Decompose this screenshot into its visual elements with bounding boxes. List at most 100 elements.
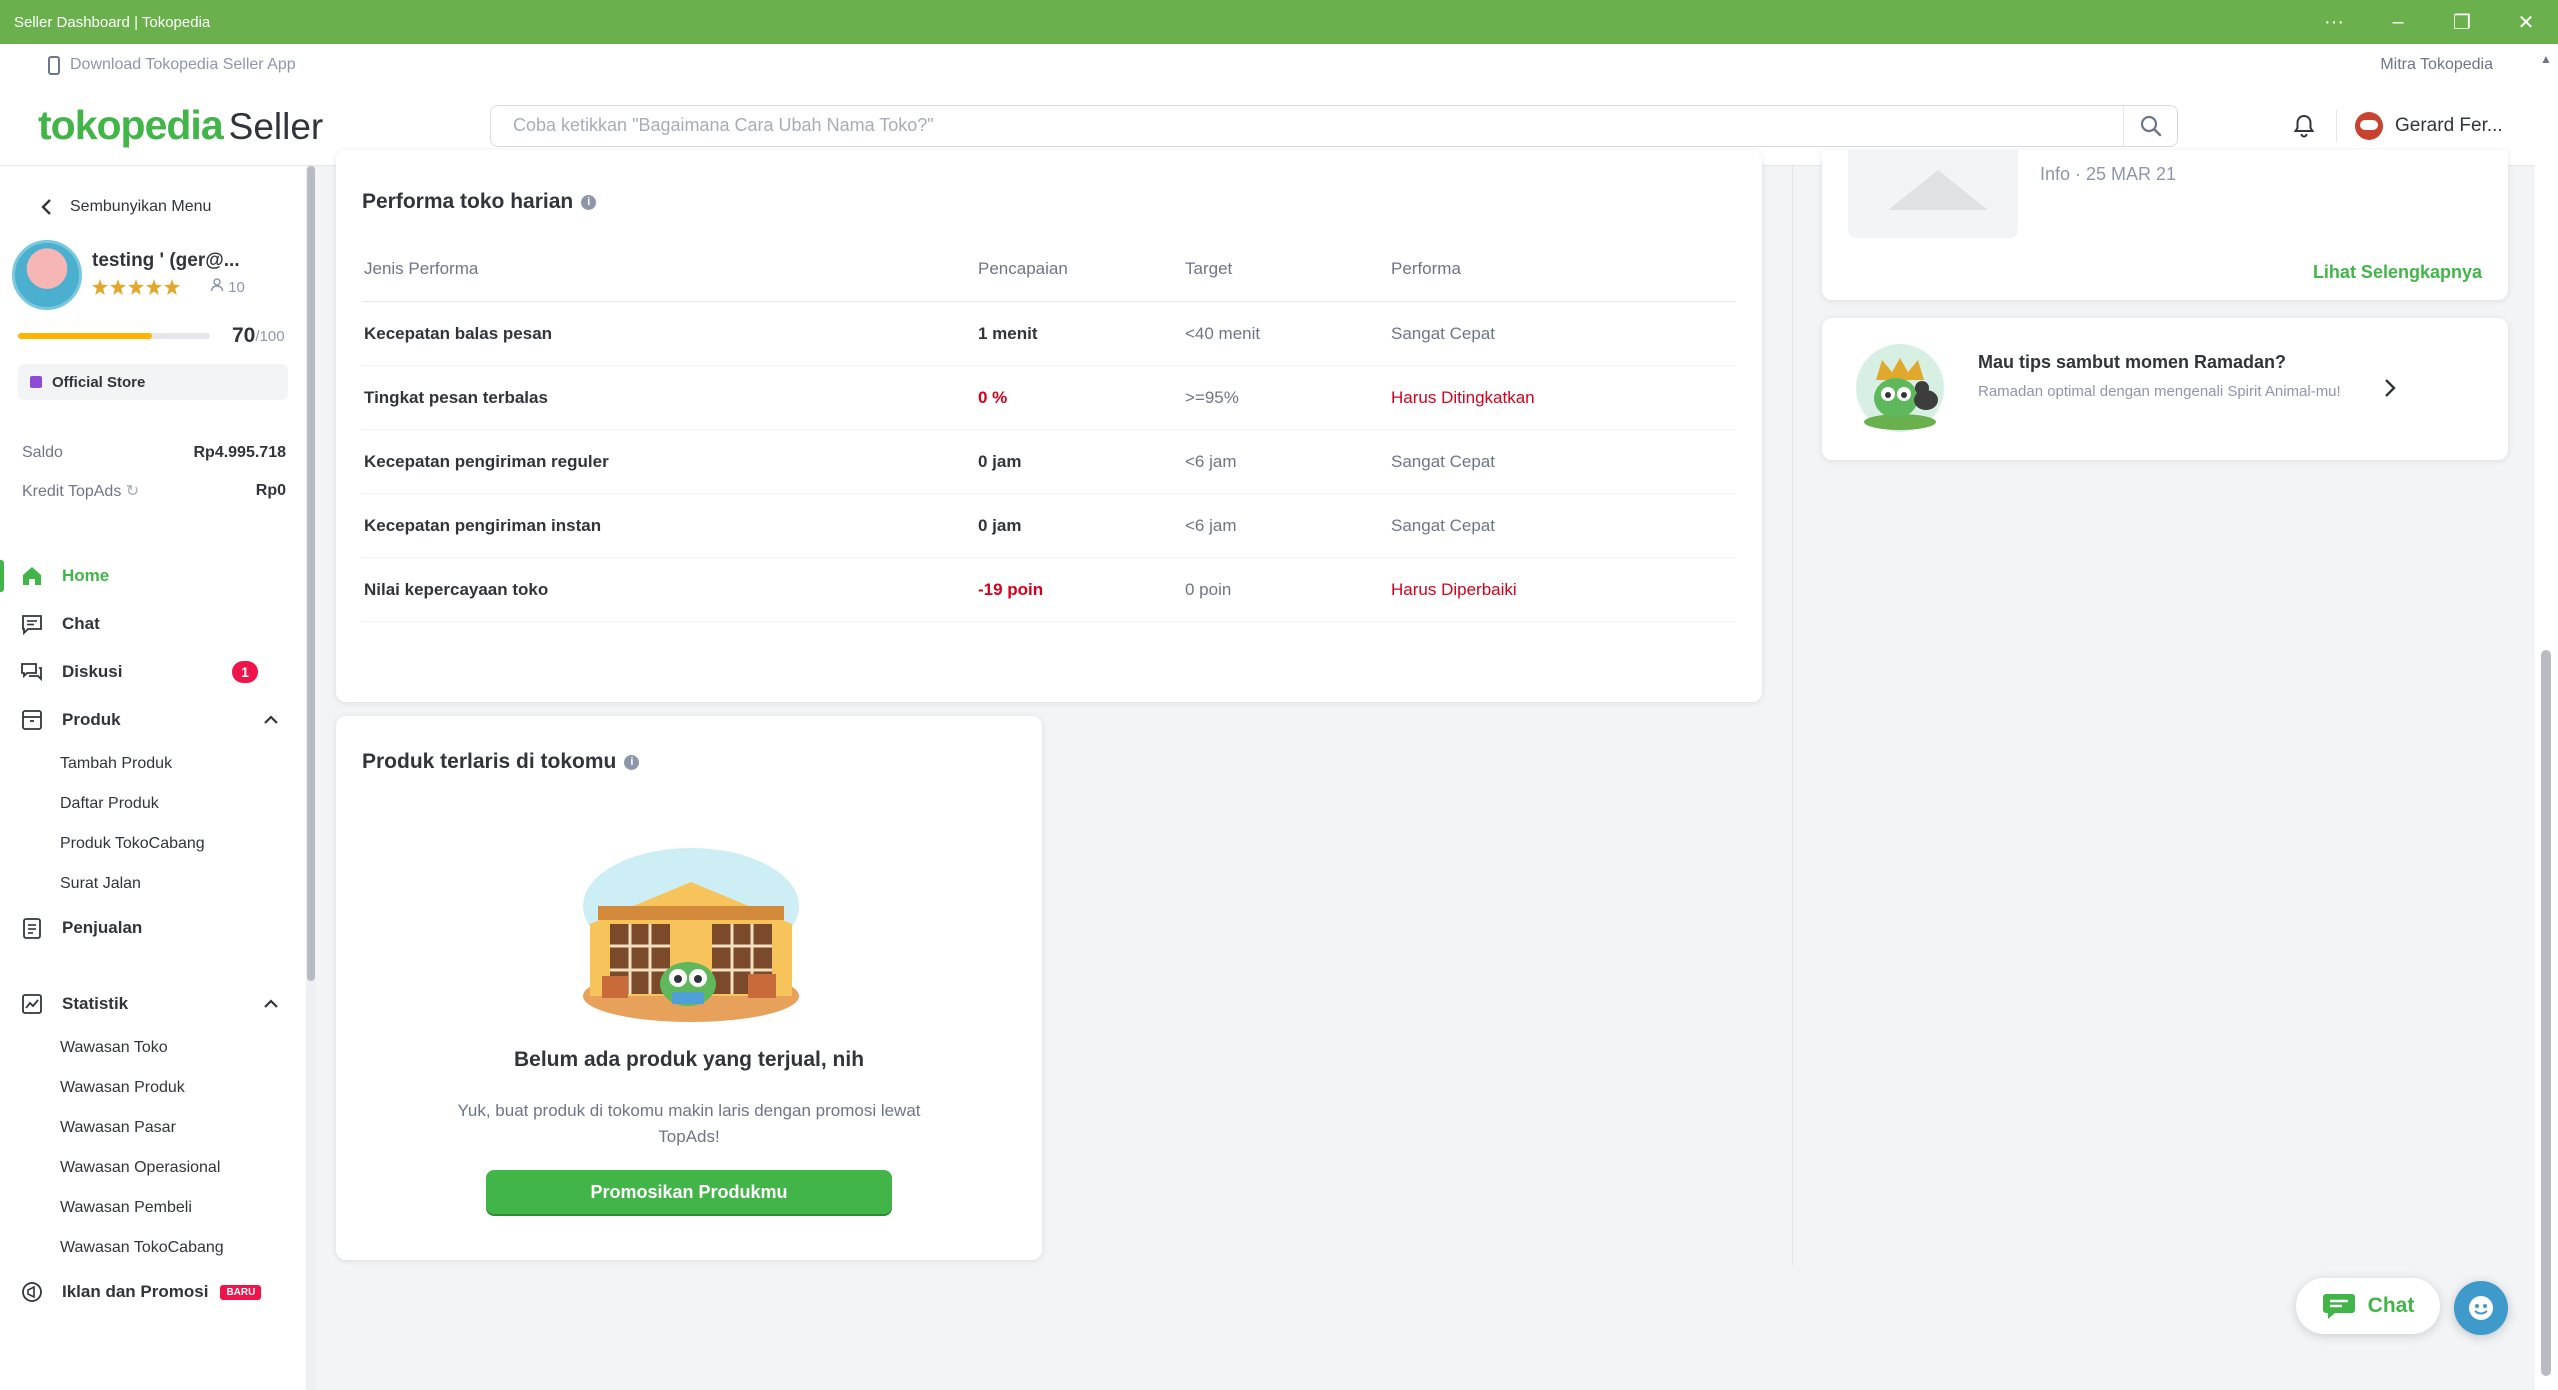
topads-value: Rp0 [255, 482, 286, 499]
tips-text: Mau tips sambut momen Ramadan? Ramadan o… [1978, 352, 2378, 403]
diskusi-count-badge: 1 [232, 661, 258, 683]
medal-icon [164, 279, 180, 295]
performance-value: -19 poin [978, 579, 1044, 599]
performance-target: <6 jam [1185, 515, 1237, 535]
help-assistant-button[interactable] [2454, 1281, 2508, 1335]
performance-value: 1 menit [978, 323, 1038, 343]
window-title-bar: Seller Dashboard | Tokopedia ··· – ❐ ✕ [0, 0, 2558, 44]
notification-button[interactable] [2284, 106, 2324, 146]
search-icon [2140, 115, 2161, 136]
user-avatar [2355, 111, 2383, 140]
sidebar-subitem-wawasan-operasional[interactable]: Wawasan Operasional [0, 1148, 306, 1188]
sidebar-item-label: Penjualan [62, 918, 143, 937]
sidebar-item-produk[interactable]: Produk [0, 696, 306, 744]
saldo-row[interactable]: Saldo Rp4.995.718 [22, 434, 286, 472]
sidebar-subitem-produk-tokocabang[interactable]: Produk TokoCabang [0, 824, 306, 864]
medal-icon [110, 279, 126, 295]
performance-title-text: Performa toko harian [362, 190, 574, 213]
search-input[interactable] [491, 105, 2123, 146]
user-menu[interactable]: Gerard Fer... [2355, 111, 2503, 140]
sidebar-item-chat[interactable]: Chat [0, 600, 306, 648]
more-options-button[interactable]: ··· [2302, 0, 2366, 44]
sidebar-item-label: Diskusi [62, 662, 123, 681]
performance-status: Sangat Cepat [1391, 515, 1495, 535]
sidebar-item-home[interactable]: Home [0, 552, 306, 600]
floating-chat-button[interactable]: Chat [2296, 1278, 2440, 1334]
chat-bubble-icon [2322, 1294, 2355, 1319]
sidebar-subitem-wawasan-pembeli[interactable]: Wawasan Pembeli [0, 1188, 306, 1228]
shop-avatar [12, 240, 82, 310]
hide-menu-button[interactable]: Sembunyikan Menu [0, 166, 306, 228]
sidebar-scrollbar[interactable] [306, 166, 316, 1390]
page-scrollbar-thumb[interactable] [2541, 650, 2551, 1376]
mitra-tokopedia-link[interactable]: Mitra Tokopedia [2380, 56, 2493, 74]
home-icon [18, 562, 46, 590]
sidebar-subitem-wawasan-produk[interactable]: Wawasan Produk [0, 1068, 306, 1108]
minimize-button[interactable]: – [2366, 0, 2430, 44]
empty-warehouse-illustration [583, 848, 799, 1022]
table-header: Jenis Performa Pencapaian Target Perform… [362, 236, 1736, 302]
tips-description: Ramadan optimal dengan mengenali Spirit … [1978, 383, 2341, 400]
performance-title: Performa toko harian i [362, 190, 597, 214]
download-app-link[interactable]: Download Tokopedia Seller App [48, 55, 2380, 75]
sidebar-subitem-wawasan-pasar[interactable]: Wawasan Pasar [0, 1108, 306, 1148]
tokopedia-seller-logo[interactable]: tokopedia Seller [38, 102, 418, 149]
performance-name: Nilai kepercayaan toko [364, 579, 549, 599]
chevron-up-icon[interactable] [258, 991, 284, 1017]
performance-status: Harus Ditingkatkan [1391, 387, 1535, 407]
logo-sub: Seller [228, 106, 324, 147]
performance-target: <40 menit [1185, 323, 1261, 343]
chevron-right-icon[interactable] [2384, 378, 2396, 398]
topads-row[interactable]: Kredit TopAds ↻ Rp0 [22, 472, 286, 510]
column-header: Pencapaian [978, 258, 1068, 278]
sidebar-item-label: Produk [62, 710, 121, 729]
performance-table: Jenis Performa Pencapaian Target Perform… [362, 236, 1736, 622]
ramadan-tips-card[interactable]: Mau tips sambut momen Ramadan? Ramadan o… [1822, 318, 2508, 460]
chevron-up-icon[interactable] [258, 707, 284, 733]
sidebar-subitem-wawasan-toko[interactable]: Wawasan Toko [0, 1028, 306, 1068]
performance-target: 0 poin [1185, 579, 1232, 599]
sidebar-subitem-tambah-produk[interactable]: Tambah Produk [0, 744, 306, 784]
page-scrollbar[interactable]: ▲ [2535, 44, 2558, 1390]
shop-score-value: 70 [232, 324, 256, 347]
column-header: Performa [1391, 258, 1461, 278]
sidebar-item-diskusi[interactable]: Diskusi 1 [0, 648, 306, 696]
empty-state-title: Belum ada produk yang terjual, nih [513, 1048, 865, 1071]
performance-target: >=95% [1185, 387, 1239, 407]
user-name: Gerard Fer... [2395, 114, 2503, 136]
chevron-left-icon [41, 199, 51, 215]
info-icon[interactable]: i [624, 754, 640, 770]
followers-count: 10 [210, 278, 245, 296]
see-more-link[interactable]: Lihat Selengkapnya [2313, 262, 2482, 283]
empty-state-description: Yuk, buat produk di tokomu makin laris d… [457, 1101, 921, 1146]
hide-menu-label: Sembunyikan Menu [70, 198, 212, 215]
promote-product-button[interactable]: Promosikan Produkmu [486, 1170, 892, 1214]
close-button[interactable]: ✕ [2494, 0, 2558, 44]
sidebar-scrollbar-thumb[interactable] [307, 166, 315, 981]
info-icon[interactable]: i [581, 194, 597, 210]
medal-icon [92, 279, 108, 295]
shop-name: testing ' (ger@... [92, 250, 240, 271]
medal-icon [146, 279, 162, 295]
top-strip: Download Tokopedia Seller App Mitra Toko… [0, 44, 2535, 86]
bell-icon [2293, 114, 2315, 137]
table-row: Kecepatan pengiriman reguler 0 jam <6 ja… [362, 430, 1736, 494]
sidebar-subitem-wawasan-tokocabang[interactable]: Wawasan TokoCabang [0, 1228, 306, 1268]
followers-value: 10 [228, 279, 245, 296]
sidebar-subitem-surat-jalan[interactable]: Surat Jalan [0, 864, 306, 904]
person-icon [210, 278, 224, 292]
header-divider [2336, 109, 2337, 142]
sidebar-item-penjualan[interactable]: Penjualan [0, 904, 306, 952]
performance-status: Harus Diperbaiki [1391, 579, 1517, 599]
search-button[interactable] [2123, 105, 2177, 146]
shop-score-bar [18, 333, 210, 339]
sidebar-item-label: Home [62, 566, 110, 585]
search-bar [490, 104, 2178, 147]
scroll-up-icon[interactable]: ▲ [2540, 52, 2552, 66]
sidebar-item-statistik[interactable]: Statistik [0, 980, 306, 1028]
topads-label-text: Kredit TopAds [22, 483, 122, 500]
sidebar-item-iklan-promosi[interactable]: Iklan dan Promosi BARU [0, 1268, 306, 1316]
shop-profile[interactable]: testing ' (ger@... 10 [0, 228, 306, 316]
sidebar-subitem-daftar-produk[interactable]: Daftar Produk [0, 784, 306, 824]
restore-button[interactable]: ❐ [2430, 0, 2494, 44]
